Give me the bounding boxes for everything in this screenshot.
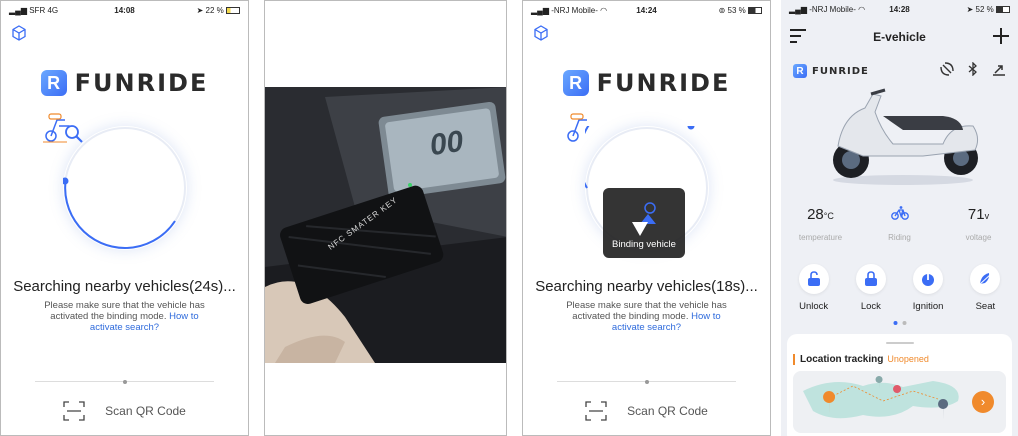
scan-ring <box>42 113 187 250</box>
signal-icon: ▂▄▆ <box>531 6 549 15</box>
status-bar: ▂▄▆ -NRJ Mobile- ◠ 14:28 ➤ 52 % <box>781 0 1018 18</box>
location-card[interactable]: Location tracking Unopened › <box>787 334 1012 436</box>
divider <box>35 379 214 384</box>
brand-name: FUNRIDE <box>74 69 209 97</box>
drag-handle[interactable] <box>885 342 914 344</box>
scan-qr-label: Scan QR Code <box>627 404 708 418</box>
temperature-value: 28 <box>807 206 824 223</box>
carrier: SFR <box>29 6 46 15</box>
scan-qr-button[interactable]: Scan QR Code <box>523 401 770 421</box>
vehicle-stats: 28°C temperature Riding 71v voltage <box>781 206 1018 242</box>
temperature-label: temperature <box>798 233 843 242</box>
wifi-icon: ◠ <box>600 6 608 15</box>
location-title: Location tracking <box>800 354 884 365</box>
status-bar: ▂▄▆ -NRJ Mobile- ◠ 14:24 ⊚ 53 % <box>523 1 770 19</box>
binding-toast: Binding vehicle <box>603 188 685 258</box>
nfc-card-photo: NFC SMATER KEY 00 <box>265 87 506 363</box>
seat-label: Seat <box>975 301 996 312</box>
screen-e-vehicle: ▂▄▆ -NRJ Mobile- ◠ 14:28 ➤ 52 % E-vehicl… <box>781 0 1018 436</box>
search-hint: Please make sure that the vehicle has ac… <box>44 300 205 333</box>
battery-icon <box>226 7 240 15</box>
brand-logo: R FUNRIDE <box>523 69 770 97</box>
scan-icon <box>585 401 607 421</box>
battery-icon <box>996 6 1010 14</box>
share-icon[interactable] <box>992 62 1006 76</box>
scooter-search-icon <box>42 113 83 143</box>
add-icon[interactable] <box>992 27 1010 45</box>
signal-icon: ▂▄▆ <box>9 6 27 15</box>
riding-label: Riding <box>888 233 911 242</box>
voltage-stat: 71v voltage <box>944 206 1014 242</box>
seat-icon <box>979 273 992 286</box>
brand-logo: R FUNRIDE <box>1 69 248 97</box>
location-map[interactable]: › <box>793 371 1006 433</box>
loading-spinner-icon <box>632 202 656 236</box>
power-icon <box>922 273 935 286</box>
ignition-label: Ignition <box>912 301 944 312</box>
bicycle-icon <box>890 206 909 220</box>
location-arrow-icon: ➤ <box>196 6 204 15</box>
toast-label: Binding vehicle <box>612 239 676 250</box>
temperature-unit: °C <box>823 211 834 221</box>
clock: 14:28 <box>889 5 910 14</box>
unlock-icon <box>807 271 820 286</box>
location-status: Unopened <box>887 354 929 364</box>
search-status: Searching nearby vehicles(24s)... <box>13 278 236 295</box>
carrier: -NRJ Mobile- <box>551 6 598 15</box>
nfc-photo-panel: NFC SMATER KEY 00 <box>264 0 507 436</box>
ignition-button[interactable]: Ignition <box>902 264 954 312</box>
alarm-icon: ⊚ <box>718 6 726 15</box>
screen-searching-1: ▂▄▆ SFR 4G 14:08 ➤ 22 % R FUNRIDE Search… <box>0 0 249 436</box>
search-hint: Please make sure that the vehicle has ac… <box>566 300 727 333</box>
clock: 14:24 <box>636 6 657 15</box>
arrow-right-icon[interactable]: › <box>972 391 994 413</box>
lock-label: Lock <box>860 301 881 312</box>
voltage-unit: v <box>984 211 990 221</box>
logo-mark: R <box>562 70 589 96</box>
unlock-button[interactable]: Unlock <box>788 264 840 312</box>
brand-name: FUNRIDE <box>812 65 869 77</box>
lock-icon <box>864 271 877 286</box>
scooter-image <box>833 88 979 185</box>
status-bar: ▂▄▆ SFR 4G 14:08 ➤ 22 % <box>1 1 248 19</box>
bluetooth-icon[interactable] <box>968 62 978 76</box>
carrier: -NRJ Mobile- <box>809 5 856 14</box>
network: 4G <box>47 6 59 15</box>
battery-icon <box>748 7 762 15</box>
scooter-search-icon <box>566 113 587 142</box>
scan-icon <box>63 401 85 421</box>
clock: 14:08 <box>114 6 135 15</box>
battery-percent: 22 % <box>205 6 224 15</box>
riding-stat: Riding <box>865 206 935 242</box>
brand-name: FUNRIDE <box>596 69 731 97</box>
nfc-icon[interactable] <box>940 62 954 76</box>
search-status: Searching nearby vehicles(18s)... <box>535 278 758 295</box>
navbar: E-vehicle <box>781 18 1018 54</box>
wifi-icon: ◠ <box>858 5 866 14</box>
voltage-value: 71 <box>967 206 985 223</box>
signal-icon: ▂▄▆ <box>789 5 807 14</box>
cube-icon[interactable] <box>533 25 549 41</box>
page-indicator <box>893 321 906 325</box>
page-title: E-vehicle <box>873 30 926 44</box>
lock-button[interactable]: Lock <box>845 264 897 312</box>
seat-button[interactable]: Seat <box>959 264 1011 312</box>
divider <box>557 379 736 384</box>
logo-mark: R <box>40 70 67 96</box>
brand-logo: R FUNRIDE <box>793 64 869 78</box>
voltage-label: voltage <box>965 233 992 242</box>
unlock-label: Unlock <box>799 301 829 312</box>
scan-qr-button[interactable]: Scan QR Code <box>1 401 248 421</box>
dashboard-reading: 00 <box>427 124 466 163</box>
temperature-stat: 28°C temperature <box>786 206 856 242</box>
scan-qr-label: Scan QR Code <box>105 404 186 418</box>
battery-percent: 53 % <box>727 6 746 15</box>
battery-percent: 52 % <box>975 5 994 14</box>
control-buttons: Unlock Lock Ignition Seat <box>781 264 1018 312</box>
location-arrow-icon: ➤ <box>966 5 974 14</box>
cube-icon[interactable] <box>11 25 27 41</box>
logo-mark: R <box>793 64 807 78</box>
